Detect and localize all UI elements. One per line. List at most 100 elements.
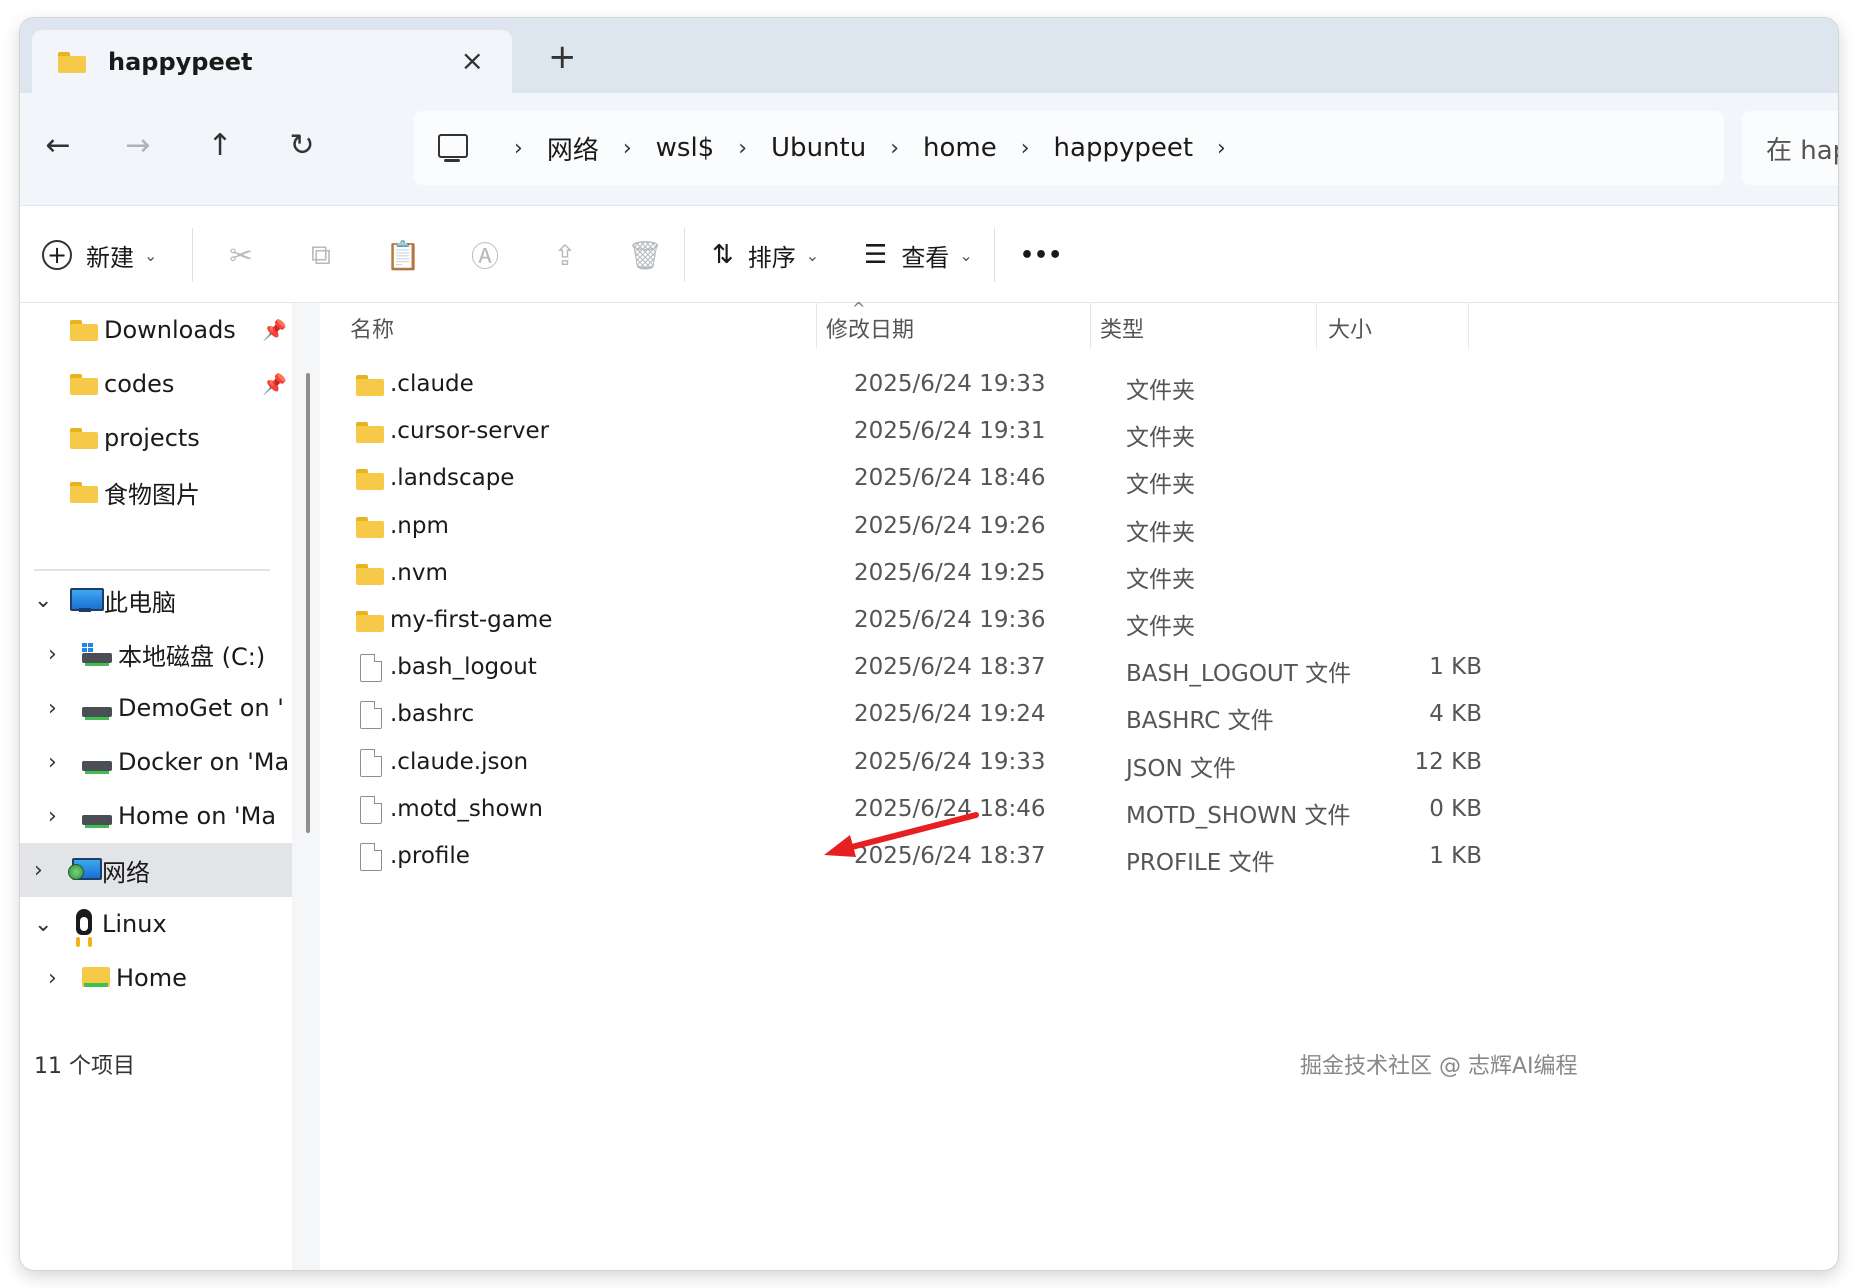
toolbar-divider bbox=[684, 228, 685, 282]
sidebar-item-local-disk-c[interactable]: › 本地磁盘 (C:) bbox=[20, 627, 292, 681]
chevron-down-icon[interactable]: ⌄ bbox=[34, 912, 52, 937]
sidebar-item-network[interactable]: › 网络 bbox=[20, 843, 292, 897]
file-name: .claude bbox=[390, 371, 474, 397]
column-header-date[interactable]: 修改日期 bbox=[826, 303, 1088, 353]
file-row[interactable]: my-first-game 2025/6/24 19:36 文件夹 bbox=[320, 599, 1500, 646]
toolbar-divider bbox=[994, 228, 995, 282]
chevron-right-icon[interactable]: › bbox=[48, 696, 57, 721]
file-name: .npm bbox=[390, 512, 449, 539]
column-header-type[interactable]: 类型 bbox=[1100, 303, 1320, 353]
chevron-right-icon[interactable]: › bbox=[48, 750, 57, 775]
up-button[interactable]: ↑ bbox=[198, 123, 242, 167]
paste-icon[interactable]: 📋 bbox=[378, 230, 428, 280]
file-icon bbox=[360, 701, 382, 730]
new-button[interactable]: + 新建 ⌄ bbox=[42, 230, 157, 280]
file-row[interactable]: .landscape 2025/6/24 18:46 文件夹 bbox=[320, 457, 1500, 504]
file-row[interactable]: .claude.json 2025/6/24 19:33 JSON 文件 12 KB bbox=[320, 741, 1500, 788]
sidebar-item-label: Home on 'Ma bbox=[118, 802, 277, 830]
chevron-right-icon[interactable]: › bbox=[48, 804, 57, 829]
chevron-right-icon[interactable]: › bbox=[34, 858, 43, 883]
sidebar-item-home-drive[interactable]: › Home on 'Ma bbox=[20, 789, 292, 843]
pin-icon[interactable]: 📌 bbox=[262, 318, 287, 342]
address-bar[interactable]: › 网络 › wsl$ › Ubuntu › home › happypeet … bbox=[414, 111, 1724, 185]
chevron-down-icon[interactable]: ⌄ bbox=[34, 588, 52, 613]
rename-icon[interactable]: Ⓐ bbox=[460, 230, 510, 280]
cut-icon[interactable]: ✂ bbox=[216, 230, 266, 280]
sidebar-item-food-pictures[interactable]: 食物图片 bbox=[20, 465, 292, 519]
file-row[interactable]: .bash_logout 2025/6/24 18:37 BASH_LOGOUT 文… bbox=[320, 646, 1500, 693]
column-header-name[interactable]: 名称 bbox=[330, 303, 800, 353]
sidebar-item-projects[interactable]: projects bbox=[20, 411, 292, 465]
computer-icon[interactable] bbox=[436, 134, 470, 162]
sidebar-item-downloads[interactable]: Downloads 📌 bbox=[20, 303, 292, 357]
file-row[interactable]: .npm 2025/6/24 19:26 文件夹 bbox=[320, 505, 1500, 552]
file-date-modified: 2025/6/24 19:31 bbox=[854, 418, 1046, 445]
network-drive-icon bbox=[82, 751, 112, 774]
file-date-modified: 2025/6/24 18:46 bbox=[854, 465, 1046, 492]
sidebar-item-label: codes bbox=[104, 370, 175, 398]
file-type: 文件夹 bbox=[1126, 378, 1195, 404]
more-options-button[interactable]: ••• bbox=[1020, 230, 1062, 280]
sidebar-item-codes[interactable]: codes 📌 bbox=[20, 357, 292, 411]
sidebar-item-linux[interactable]: ⌄ Linux bbox=[20, 897, 292, 951]
folder-icon bbox=[70, 320, 98, 341]
chevron-down-icon: ⌄ bbox=[959, 245, 973, 265]
chevron-right-icon[interactable]: › bbox=[48, 966, 57, 991]
breadcrumb-separator-icon[interactable]: › bbox=[514, 136, 523, 161]
search-input[interactable]: 在 happ bbox=[1742, 111, 1838, 185]
view-list-icon: ☰ bbox=[864, 240, 888, 270]
refresh-button[interactable]: ↻ bbox=[280, 123, 324, 167]
file-row[interactable]: .nvm 2025/6/24 19:25 文件夹 bbox=[320, 552, 1500, 599]
back-button[interactable]: ← bbox=[36, 123, 80, 167]
breadcrumb-ubuntu[interactable]: Ubuntu bbox=[771, 133, 866, 163]
folder-icon bbox=[356, 516, 384, 538]
column-separator[interactable] bbox=[816, 303, 817, 349]
pin-icon[interactable]: 📌 bbox=[262, 372, 287, 396]
folder-icon bbox=[58, 51, 86, 73]
close-tab-icon[interactable]: × bbox=[461, 44, 484, 77]
new-tab-button[interactable]: + bbox=[548, 40, 577, 74]
sidebar-scrollbar[interactable] bbox=[306, 373, 310, 833]
file-size: 4 KB bbox=[1429, 701, 1482, 728]
chevron-right-icon[interactable]: › bbox=[48, 642, 57, 667]
breadcrumb-separator-icon[interactable]: › bbox=[1217, 136, 1226, 161]
column-separator[interactable] bbox=[1468, 303, 1469, 349]
tab-happypeet[interactable]: happypeet × bbox=[32, 30, 512, 93]
file-date-modified: 2025/6/24 19:33 bbox=[854, 748, 1046, 775]
breadcrumb-separator-icon[interactable]: › bbox=[738, 136, 747, 161]
folder-icon bbox=[356, 563, 384, 585]
sidebar-item-linux-home[interactable]: › Home bbox=[20, 951, 292, 1005]
annotation-arrow bbox=[824, 812, 979, 857]
breadcrumb-network[interactable]: 网络 bbox=[547, 130, 599, 167]
network-drive-icon bbox=[82, 805, 112, 828]
file-date-modified: 2025/6/24 19:33 bbox=[854, 371, 1046, 397]
sidebar-item-label: 食物图片 bbox=[104, 480, 200, 509]
breadcrumb-separator-icon[interactable]: › bbox=[1021, 136, 1030, 161]
sidebar-item-this-pc[interactable]: ⌄ 此电脑 bbox=[20, 573, 292, 627]
view-button[interactable]: ☰ 查看 ⌄ bbox=[864, 230, 973, 280]
sort-button[interactable]: ⇅ 排序 ⌄ bbox=[712, 230, 819, 280]
column-header-label: 名称 bbox=[350, 318, 395, 343]
copy-icon[interactable]: ⧉ bbox=[296, 230, 346, 280]
file-row[interactable]: .cursor-server 2025/6/24 19:31 文件夹 bbox=[320, 410, 1500, 457]
breadcrumb-separator-icon[interactable]: › bbox=[623, 136, 632, 161]
breadcrumb-happypeet[interactable]: happypeet bbox=[1054, 133, 1194, 163]
column-separator[interactable] bbox=[1090, 303, 1091, 349]
sidebar-item-demoget[interactable]: › DemoGet on ' bbox=[20, 681, 292, 735]
sidebar-item-docker[interactable]: › Docker on 'Ma bbox=[20, 735, 292, 789]
column-separator[interactable] bbox=[1316, 303, 1317, 349]
title-bar: happypeet × + bbox=[20, 18, 1838, 93]
share-icon[interactable]: ⇪ bbox=[540, 230, 590, 280]
delete-icon[interactable]: 🗑 bbox=[620, 230, 670, 280]
breadcrumb-wsl[interactable]: wsl$ bbox=[656, 133, 715, 163]
breadcrumb-home[interactable]: home bbox=[923, 133, 997, 163]
folder-icon bbox=[356, 422, 384, 444]
breadcrumb-separator-icon[interactable]: › bbox=[890, 136, 899, 161]
column-header-size[interactable]: 大小 bbox=[1328, 303, 1468, 353]
forward-button[interactable]: → bbox=[116, 123, 160, 167]
file-row[interactable]: .claude 2025/6/24 19:33 文件夹 bbox=[320, 363, 1500, 410]
file-date-modified: 2025/6/24 18:37 bbox=[854, 654, 1046, 681]
sort-icon: ⇅ bbox=[712, 240, 734, 270]
file-row[interactable]: .bashrc 2025/6/24 19:24 BASHRC 文件 4 KB bbox=[320, 693, 1500, 740]
plus-circle-icon: + bbox=[42, 240, 72, 270]
